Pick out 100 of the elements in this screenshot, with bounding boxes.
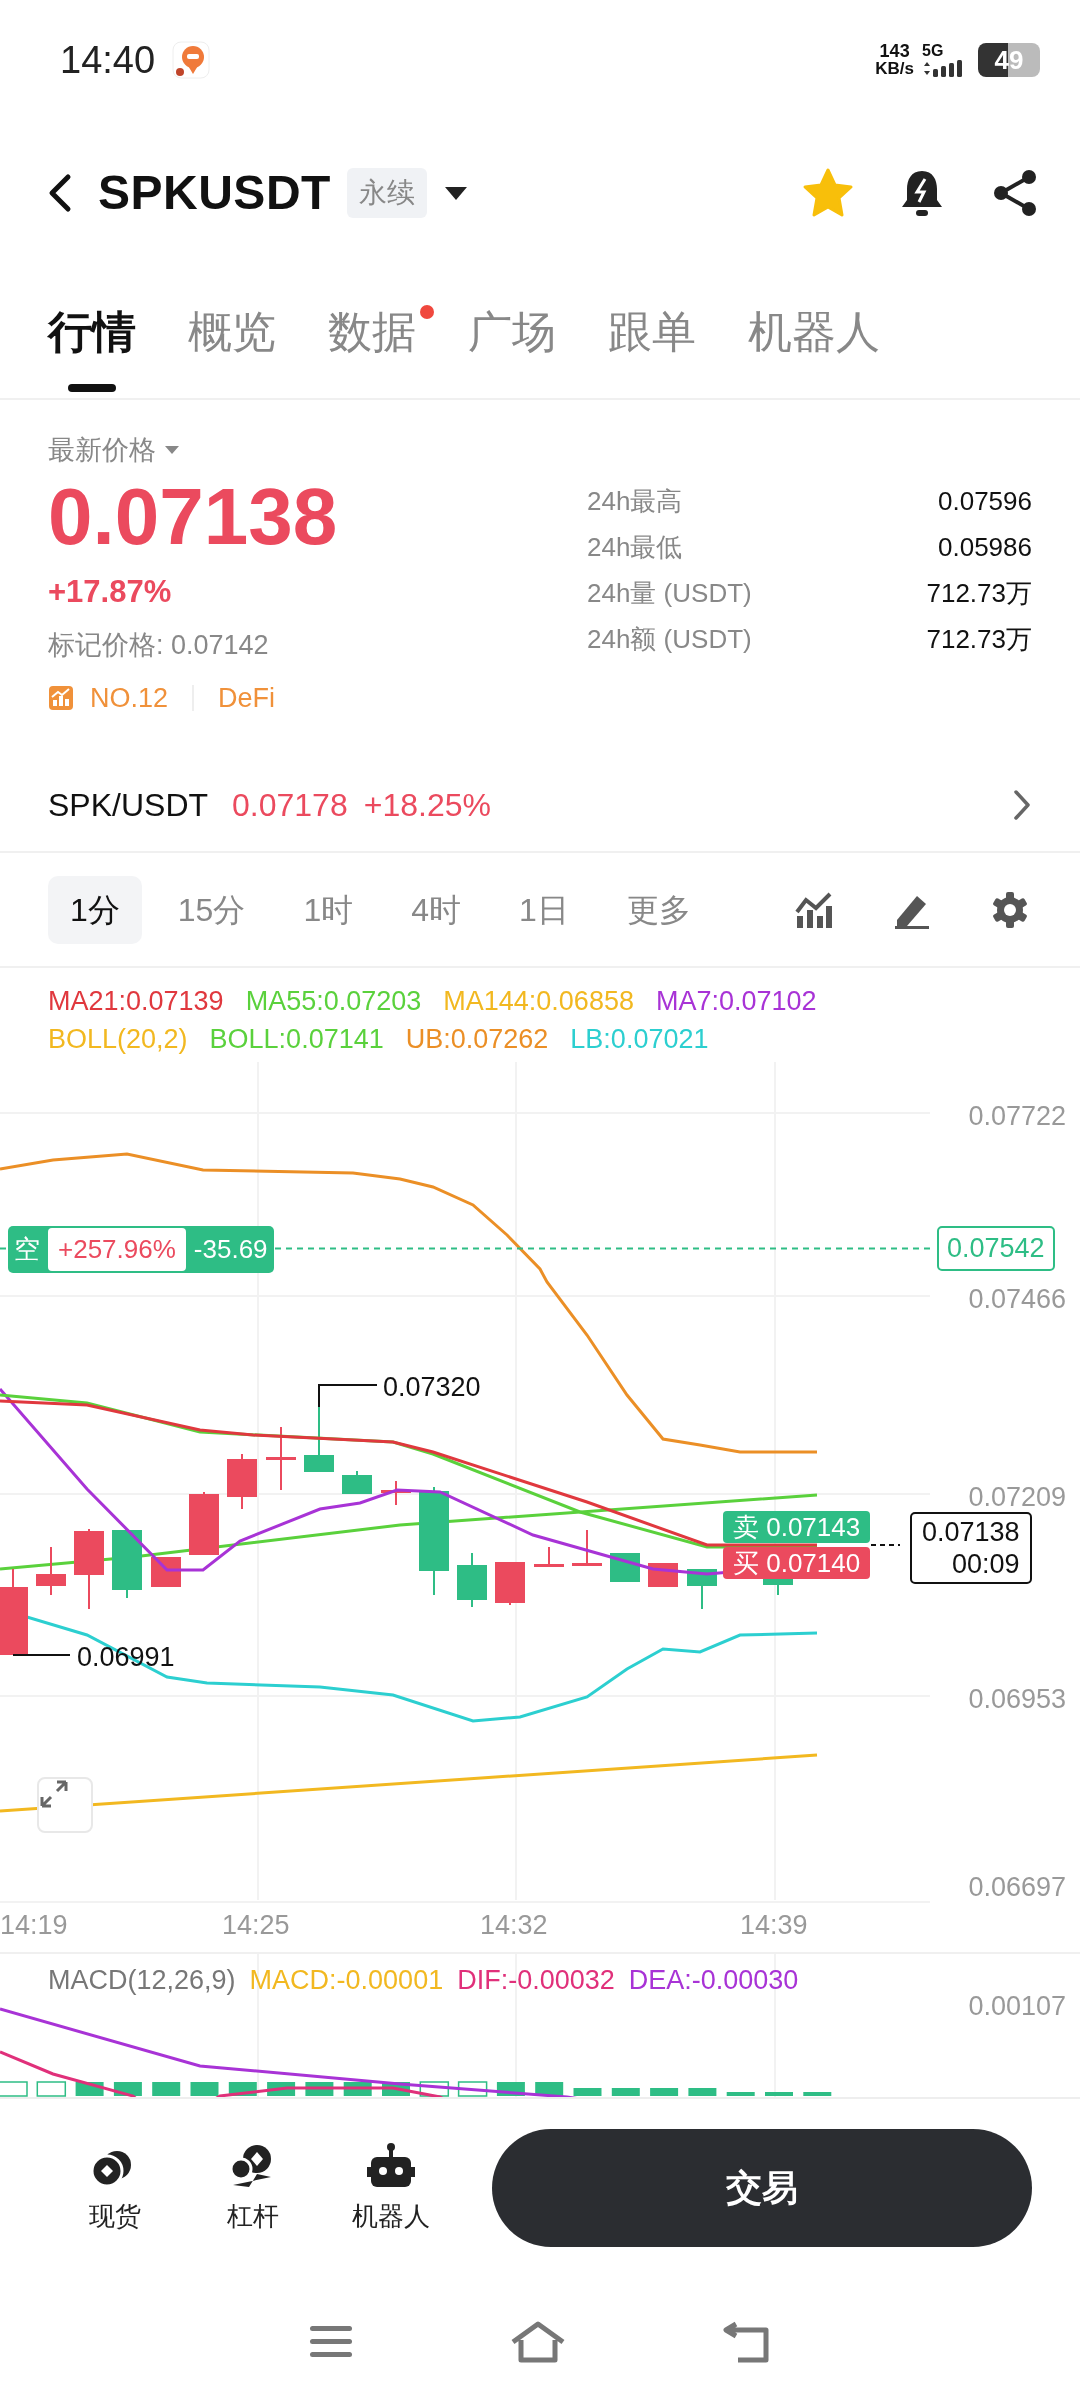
indicator-value: UB:0.07262 <box>405 1023 549 1056</box>
interval-tab[interactable]: 1分 <box>48 875 142 944</box>
interval-tab[interactable]: 15分 <box>155 875 268 944</box>
mark-price: 标记价格: 0.07142 <box>48 629 270 662</box>
axis-tick-label: 0.07722 <box>968 1100 1066 1133</box>
trade-button[interactable]: 交易 <box>492 2129 1032 2247</box>
axis-tick-label: 0.06697 <box>968 1871 1066 1904</box>
histogram-bar <box>803 2092 832 2096</box>
time-axis-label: 14:32 <box>480 1909 548 1942</box>
status-time: 14:40 <box>60 37 156 83</box>
histogram-bar <box>726 2092 755 2096</box>
candlestick <box>534 1546 564 1568</box>
stat-value: 712.73万 <box>926 577 1032 610</box>
leader-line <box>12 1654 71 1656</box>
price-type-label[interactable]: 最新价格 <box>48 430 156 471</box>
pnl-text: -35.69 <box>193 1233 268 1267</box>
symbol-title: SPKUSDT <box>98 164 331 221</box>
app-notification-icon <box>171 40 212 80</box>
macd-legend-value: MACD(12,26,9) <box>48 1964 236 1997</box>
candlestick <box>457 1552 487 1608</box>
histogram-bar <box>611 2088 640 2096</box>
tab[interactable]: 跟单 <box>608 265 696 398</box>
price-change: +17.87% <box>48 572 173 611</box>
macd-legend-value: DEA:-0.00030 <box>628 1964 799 1997</box>
rank-chart-icon <box>48 684 74 711</box>
time-axis-label: 14:19 <box>0 1909 68 1942</box>
stat-value: 712.73万 <box>926 623 1032 656</box>
axis-tick-label: 0.07209 <box>968 1481 1066 1514</box>
axis-tick-label: 0.00107 <box>968 1990 1066 2023</box>
chevron-right-icon[interactable] <box>1012 788 1032 821</box>
home-icon[interactable] <box>509 2320 567 2364</box>
time-axis-label: 14:25 <box>222 1909 290 1942</box>
network-type: 5G <box>922 42 945 60</box>
signal-icon <box>922 60 964 78</box>
bottom-nav-item[interactable]: 现货 <box>60 2140 170 2236</box>
pnl-percent-badge: +257.96% <box>48 1228 186 1272</box>
tab[interactable]: 行情 <box>48 265 136 398</box>
bid-price-tag[interactable]: 买 0.07140 <box>723 1547 871 1579</box>
settings-icon[interactable] <box>990 889 1030 930</box>
histogram-bar <box>688 2088 717 2096</box>
time-axis-label: 14:39 <box>740 1909 808 1942</box>
macd-legend-value: MACD:-0.00001 <box>249 1964 444 1997</box>
histogram-bar <box>765 2092 793 2096</box>
position-side-text: 空 <box>14 1233 40 1267</box>
histogram-bar <box>573 2088 602 2096</box>
high-price-marker: 0.07320 <box>383 1371 481 1404</box>
axis-tick-label: 0.07466 <box>968 1283 1066 1316</box>
expand-icon <box>39 1779 69 1809</box>
dropdown-caret-icon[interactable] <box>442 184 469 201</box>
candlestick <box>266 1426 296 1491</box>
stat-value: 0.07596 <box>938 485 1032 518</box>
expand-button[interactable] <box>37 1777 93 1833</box>
last-price-text: 0.07138 <box>922 1516 1020 1548</box>
histogram-bar <box>535 2082 564 2096</box>
candlestick <box>112 1529 142 1599</box>
interval-tab[interactable]: 1日 <box>497 875 591 944</box>
spot-pair[interactable]: SPK/USDT <box>48 780 209 829</box>
tab[interactable]: 广场 <box>468 265 556 398</box>
contract-type-badge: 永续 <box>346 167 427 218</box>
stat-label: 24h量 (USDT) <box>587 577 752 610</box>
bottom-nav-item[interactable]: 杠杆 <box>198 2140 308 2236</box>
candlestick <box>763 1578 793 1596</box>
leader-line <box>318 1384 378 1408</box>
last-price-line <box>870 1544 901 1546</box>
indicator-value: MA55:0.07203 <box>245 985 422 1018</box>
indicator-value: BOLL(20,2) <box>48 1023 188 1056</box>
histogram-bar <box>36 2081 67 2097</box>
candlestick <box>227 1453 257 1510</box>
interval-tab[interactable]: 更多 <box>604 875 713 944</box>
stat-label: 24h最低 <box>587 531 683 564</box>
candlestick <box>495 1561 525 1606</box>
candlestick <box>189 1491 219 1556</box>
indicator-value: MA144:0.06858 <box>443 985 634 1018</box>
indicator-value: MA21:0.07139 <box>48 985 224 1018</box>
net-speed-value: 143 <box>879 42 910 60</box>
candlestick <box>572 1529 602 1567</box>
tab[interactable]: 概览 <box>188 265 276 398</box>
tab[interactable]: 数据 <box>328 265 416 398</box>
candlestick <box>342 1470 372 1495</box>
candlestick <box>381 1480 411 1506</box>
stat-value: 0.05986 <box>938 531 1032 564</box>
histogram-bar <box>152 2082 181 2096</box>
spot-price: 0.07178 <box>232 785 348 825</box>
sector-tag[interactable]: DeFi <box>218 677 276 718</box>
spot-change: +18.25% <box>363 785 491 825</box>
rank-label: NO.12 <box>90 681 169 715</box>
bottom-nav-item[interactable]: 机器人 <box>336 2140 446 2236</box>
star-icon[interactable] <box>802 166 854 219</box>
macd-legend-value: DIF:-0.00032 <box>457 1964 615 1997</box>
last-price: 0.07138 <box>48 474 338 559</box>
histogram-bar <box>0 2081 28 2097</box>
candlestick <box>687 1568 717 1610</box>
indicator-value: BOLL:0.07141 <box>209 1023 384 1056</box>
position-tag[interactable]: 空 +257.96% -35.69 <box>8 1226 274 1274</box>
interval-tab[interactable]: 4时 <box>389 875 483 944</box>
tab[interactable]: 机器人 <box>748 265 880 398</box>
histogram-bar <box>650 2088 679 2096</box>
interval-tab[interactable]: 1时 <box>281 875 376 944</box>
stat-label: 24h额 (USDT) <box>587 623 752 656</box>
ask-price-tag[interactable]: 卖 0.07143 <box>723 1511 871 1543</box>
